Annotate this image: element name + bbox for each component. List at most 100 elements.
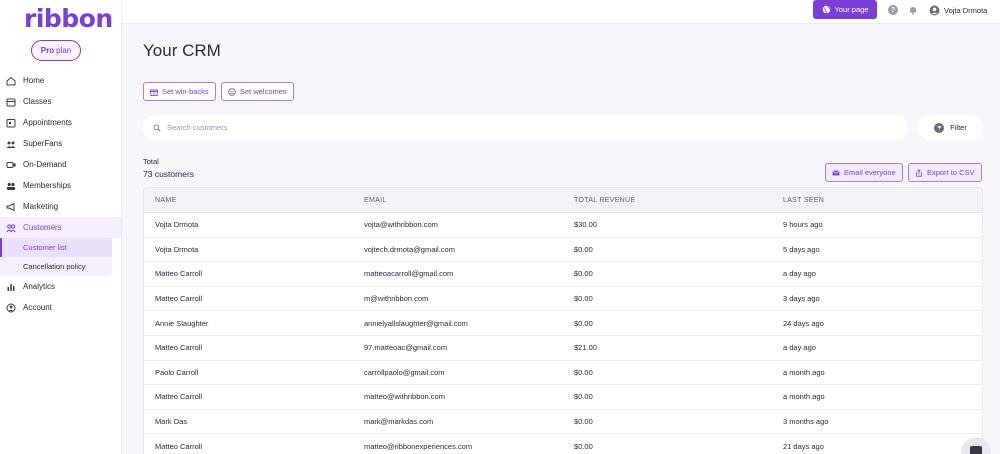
cell-name: Annie Slaughter (155, 318, 209, 328)
table-row[interactable]: Vojta Drmota vojtech.drmota@gmail.com $0… (144, 238, 982, 263)
email-everyone-label: Email everyone (844, 168, 896, 177)
column-header-last-seen[interactable]: LAST SEEN (783, 197, 824, 204)
table-row[interactable]: Matteo Carroll matteo@ribbonexperiences.… (144, 434, 982, 454)
sidebar-subitem-customer-list[interactable]: Customer list (0, 238, 112, 257)
set-welcomes-label: Set welcomes (240, 87, 287, 96)
your-page-button[interactable]: Your page (813, 0, 877, 19)
total-label: Total (143, 157, 159, 166)
sidebar-item-appointments[interactable]: Appointments (0, 112, 121, 133)
filter-button[interactable]: Filter (918, 115, 983, 140)
ribbon-logo[interactable]: ribbon (24, 4, 113, 33)
sidebar-subitem-cancellation-policy[interactable]: Cancellation policy (0, 257, 112, 276)
cell-name: Paolo Carroll (155, 367, 199, 377)
cell-last-seen: 9 hours ago (783, 220, 823, 230)
user-menu[interactable]: Vojta Drmota (929, 4, 987, 16)
table-row[interactable]: Vojta Drmota vojta@withribbon.com $30.00… (144, 213, 982, 238)
sidebar-item-label: Analytics (23, 282, 56, 291)
cell-revenue: $0.00 (574, 417, 593, 427)
table-row[interactable]: Matteo Carroll matteo@withribbon.com $0.… (144, 385, 982, 410)
sidebar-item-label: Customers (23, 223, 62, 232)
search-bar (143, 115, 908, 140)
customers-table: NAME EMAIL TOTAL REVENUE LAST SEEN Vojta… (143, 187, 983, 454)
analytics-icon (6, 282, 16, 292)
appointments-icon (6, 118, 16, 128)
chat-widget-button[interactable] (961, 437, 991, 454)
megaphone-icon (6, 202, 16, 212)
table-row[interactable]: Mark Das mark@markdas.com $0.00 3 months… (144, 410, 982, 435)
table-row[interactable]: Matteo Carroll 97.matteoac@gmail.com $21… (144, 336, 982, 361)
help-icon[interactable]: ? (888, 5, 898, 15)
sidebar-item-label: Memberships (23, 181, 72, 190)
sidebar-item-label: Classes (23, 97, 52, 106)
pro-plan-strong: Pro (40, 46, 55, 55)
sidebar-item-analytics[interactable]: Analytics (0, 276, 121, 297)
search-input[interactable] (167, 123, 867, 132)
cell-name: Mark Das (155, 417, 188, 427)
cell-name: Matteo Carroll (155, 441, 203, 451)
cell-revenue: $0.00 (574, 392, 593, 402)
chat-icon (970, 446, 982, 454)
sidebar-nav: Home Classes Appointments SuperFans On-D… (0, 70, 121, 318)
sidebar-item-home[interactable]: Home (0, 70, 121, 91)
search-icon (153, 124, 161, 132)
globe-icon (822, 5, 830, 14)
sidebar: ribbon Pro plan Home Classes Appointments… (0, 0, 122, 454)
pro-plan-label: plan (56, 46, 72, 55)
sidebar-item-customers[interactable]: Customers (0, 217, 121, 238)
export-csv-button[interactable]: Export to CSV (908, 163, 982, 182)
cell-name: Matteo Carroll (155, 294, 203, 304)
cell-email: m@withribbon.com (364, 294, 429, 304)
cell-last-seen: a month ago (783, 392, 825, 402)
export-csv-label: Export to CSV (927, 168, 975, 177)
cell-email: vojta@withribbon.com (364, 220, 438, 230)
top-bar: Your page ? Vojta Drmota (122, 0, 1000, 24)
bell-icon[interactable] (908, 5, 918, 15)
sidebar-item-superfans[interactable]: SuperFans (0, 133, 121, 154)
cell-name: Matteo Carroll (155, 343, 203, 353)
home-icon (6, 76, 16, 86)
cell-last-seen: a day ago (783, 269, 816, 279)
cell-last-seen: a month ago (783, 367, 825, 377)
cell-revenue: $0.00 (574, 441, 593, 451)
sidebar-item-label: Marketing (23, 202, 59, 211)
cell-last-seen: 24 days ago (783, 318, 824, 328)
customers-subnav: Customer list Cancellation policy (0, 238, 112, 276)
superfans-icon (6, 139, 16, 149)
sidebar-item-account[interactable]: Account (0, 297, 121, 318)
gift-icon (150, 89, 158, 96)
cell-name: Matteo Carroll (155, 392, 203, 402)
cell-last-seen: 3 months ago (783, 417, 829, 427)
cell-revenue: $0.00 (574, 294, 593, 304)
set-welcomes-button[interactable]: Set welcomes (221, 82, 294, 101)
set-winbacks-label: Set win-backs (162, 87, 209, 96)
table-row[interactable]: Matteo Carroll m@withribbon.com $0.00 3 … (144, 287, 982, 312)
table-row[interactable]: Matteo Carroll matteoacarroll@gmail.com … (144, 262, 982, 287)
sidebar-item-on-demand[interactable]: On-Demand (0, 154, 121, 175)
column-header-total-revenue[interactable]: TOTAL REVENUE (574, 197, 635, 204)
cell-revenue: $0.00 (574, 318, 593, 328)
mail-icon (832, 169, 840, 175)
your-page-label: Your page (834, 5, 869, 14)
set-winbacks-button[interactable]: Set win-backs (143, 82, 216, 101)
sidebar-item-marketing[interactable]: Marketing (0, 196, 121, 217)
cell-email: annielyallslaughter@gmail.com (364, 318, 468, 328)
column-header-email[interactable]: EMAIL (364, 197, 387, 204)
cell-email: vojtech.drmota@gmail.com (364, 244, 455, 254)
table-row[interactable]: Paolo Carroll carrollpaolo@gmail.com $0.… (144, 361, 982, 386)
cell-revenue: $0.00 (574, 244, 593, 254)
pro-plan-button[interactable]: Pro plan (31, 40, 81, 61)
export-icon (916, 168, 922, 177)
cell-name: Matteo Carroll (155, 269, 203, 279)
sidebar-item-classes[interactable]: Classes (0, 91, 121, 112)
column-header-name[interactable]: NAME (155, 197, 176, 204)
email-everyone-button[interactable]: Email everyone (825, 163, 903, 182)
memberships-icon (6, 181, 16, 191)
sidebar-item-label: Home (23, 76, 45, 85)
cell-email: mark@markdas.com (364, 417, 434, 427)
table-row[interactable]: Annie Slaughter annielyallslaughter@gmai… (144, 311, 982, 336)
sidebar-item-memberships[interactable]: Memberships (0, 175, 121, 196)
sidebar-item-label: Appointments (23, 118, 72, 127)
sidebar-item-label: On-Demand (23, 160, 67, 169)
total-count: 73 customers (143, 169, 195, 179)
video-icon (6, 160, 16, 170)
